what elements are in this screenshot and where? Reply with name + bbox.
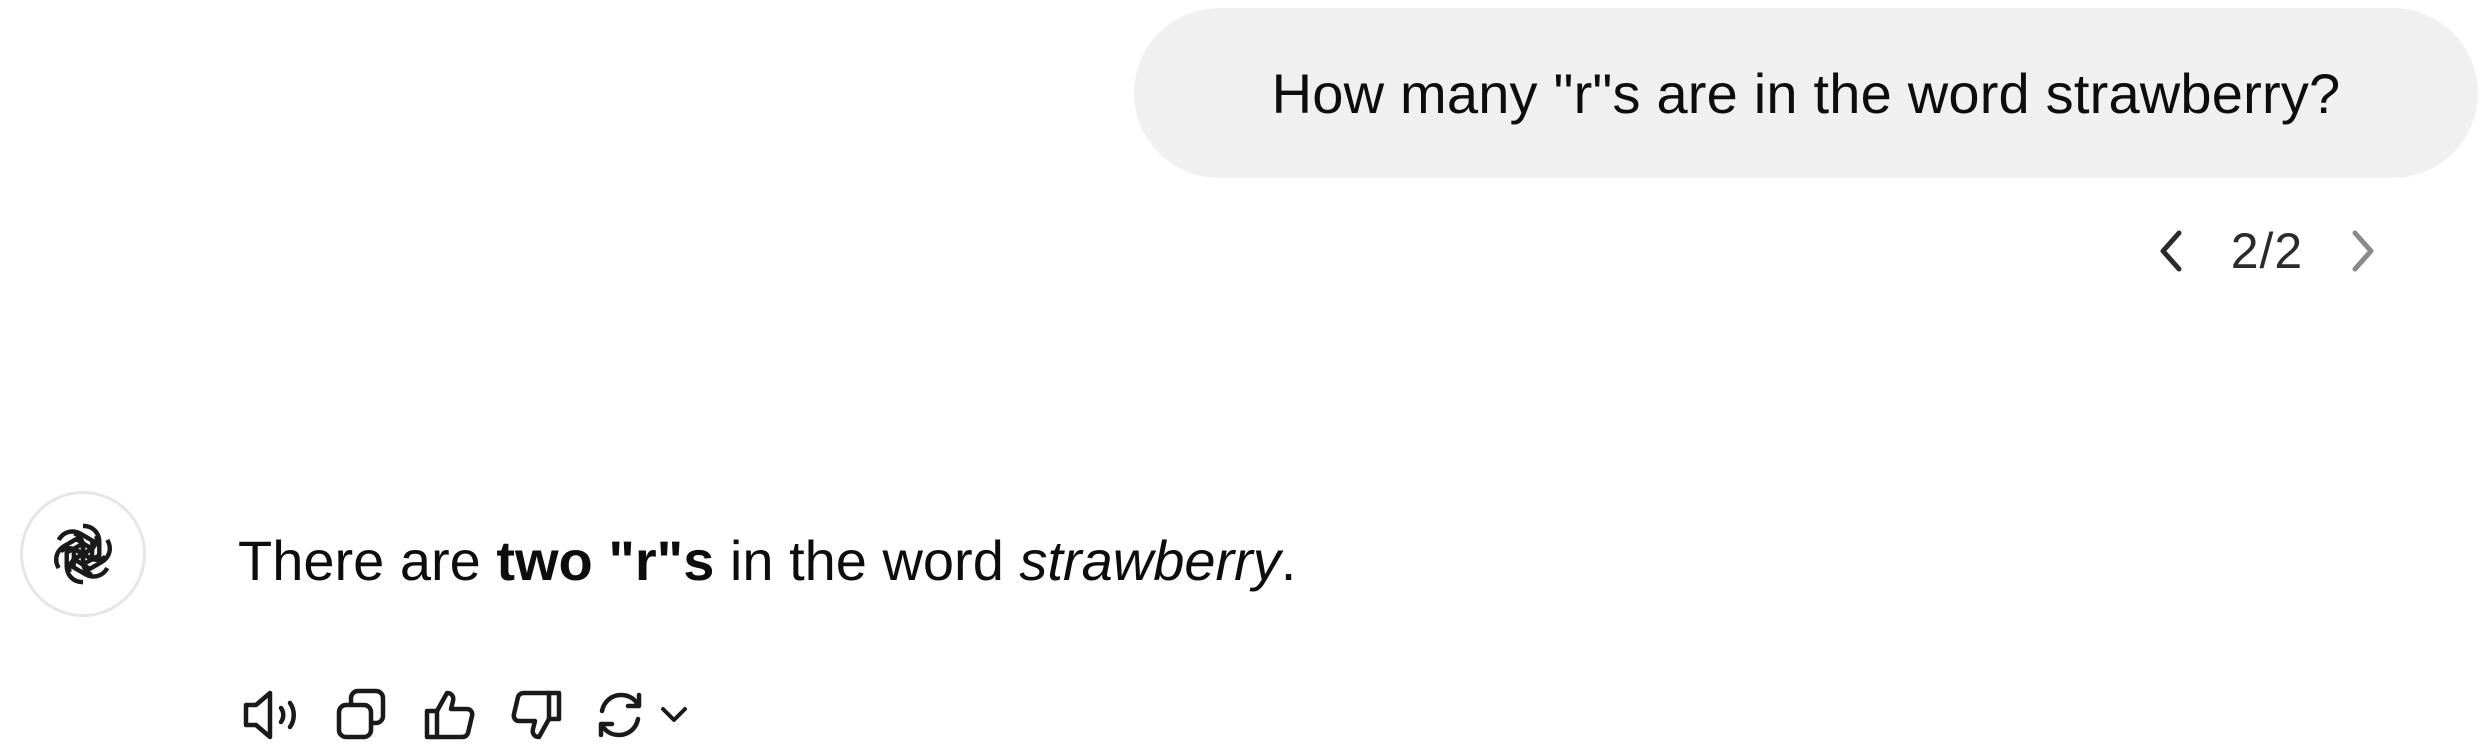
assistant-avatar: [20, 491, 146, 617]
response-italic-text: strawberry: [1019, 529, 1281, 592]
read-aloud-icon: [243, 690, 296, 740]
bad-response-button[interactable]: [502, 680, 572, 750]
copy-button[interactable]: [326, 680, 396, 750]
next-response-button[interactable]: [2332, 220, 2394, 282]
chevron-down-icon: [661, 707, 687, 722]
response-text: .: [1280, 529, 1297, 592]
copy-icon: [336, 688, 386, 740]
regenerate-button[interactable]: [590, 680, 720, 750]
read-aloud-button[interactable]: [238, 680, 308, 750]
good-response-button[interactable]: [414, 680, 484, 750]
openai-logo-icon: [46, 517, 120, 591]
assistant-message: There are two "r"s in the word strawberr…: [238, 520, 1296, 602]
response-text: in the word: [714, 529, 1020, 592]
response-bold-text: two "r"s: [496, 529, 715, 592]
thumbs-down-icon: [511, 690, 562, 740]
thumbs-up-icon: [424, 690, 475, 740]
response-text: There are: [238, 529, 497, 592]
response-branch-nav: 2/2: [2140, 220, 2394, 282]
user-message-bubble: How many "r"s are in the word strawberry…: [1134, 8, 2478, 178]
chevron-right-icon: [2352, 230, 2374, 272]
previous-response-button[interactable]: [2140, 220, 2202, 282]
chevron-left-icon: [2160, 230, 2182, 272]
branch-counter: 2/2: [2230, 223, 2304, 279]
regenerate-icon: [598, 692, 642, 738]
user-message-text: How many "r"s are in the word strawberry…: [1271, 61, 2341, 125]
message-actions: [238, 680, 738, 750]
